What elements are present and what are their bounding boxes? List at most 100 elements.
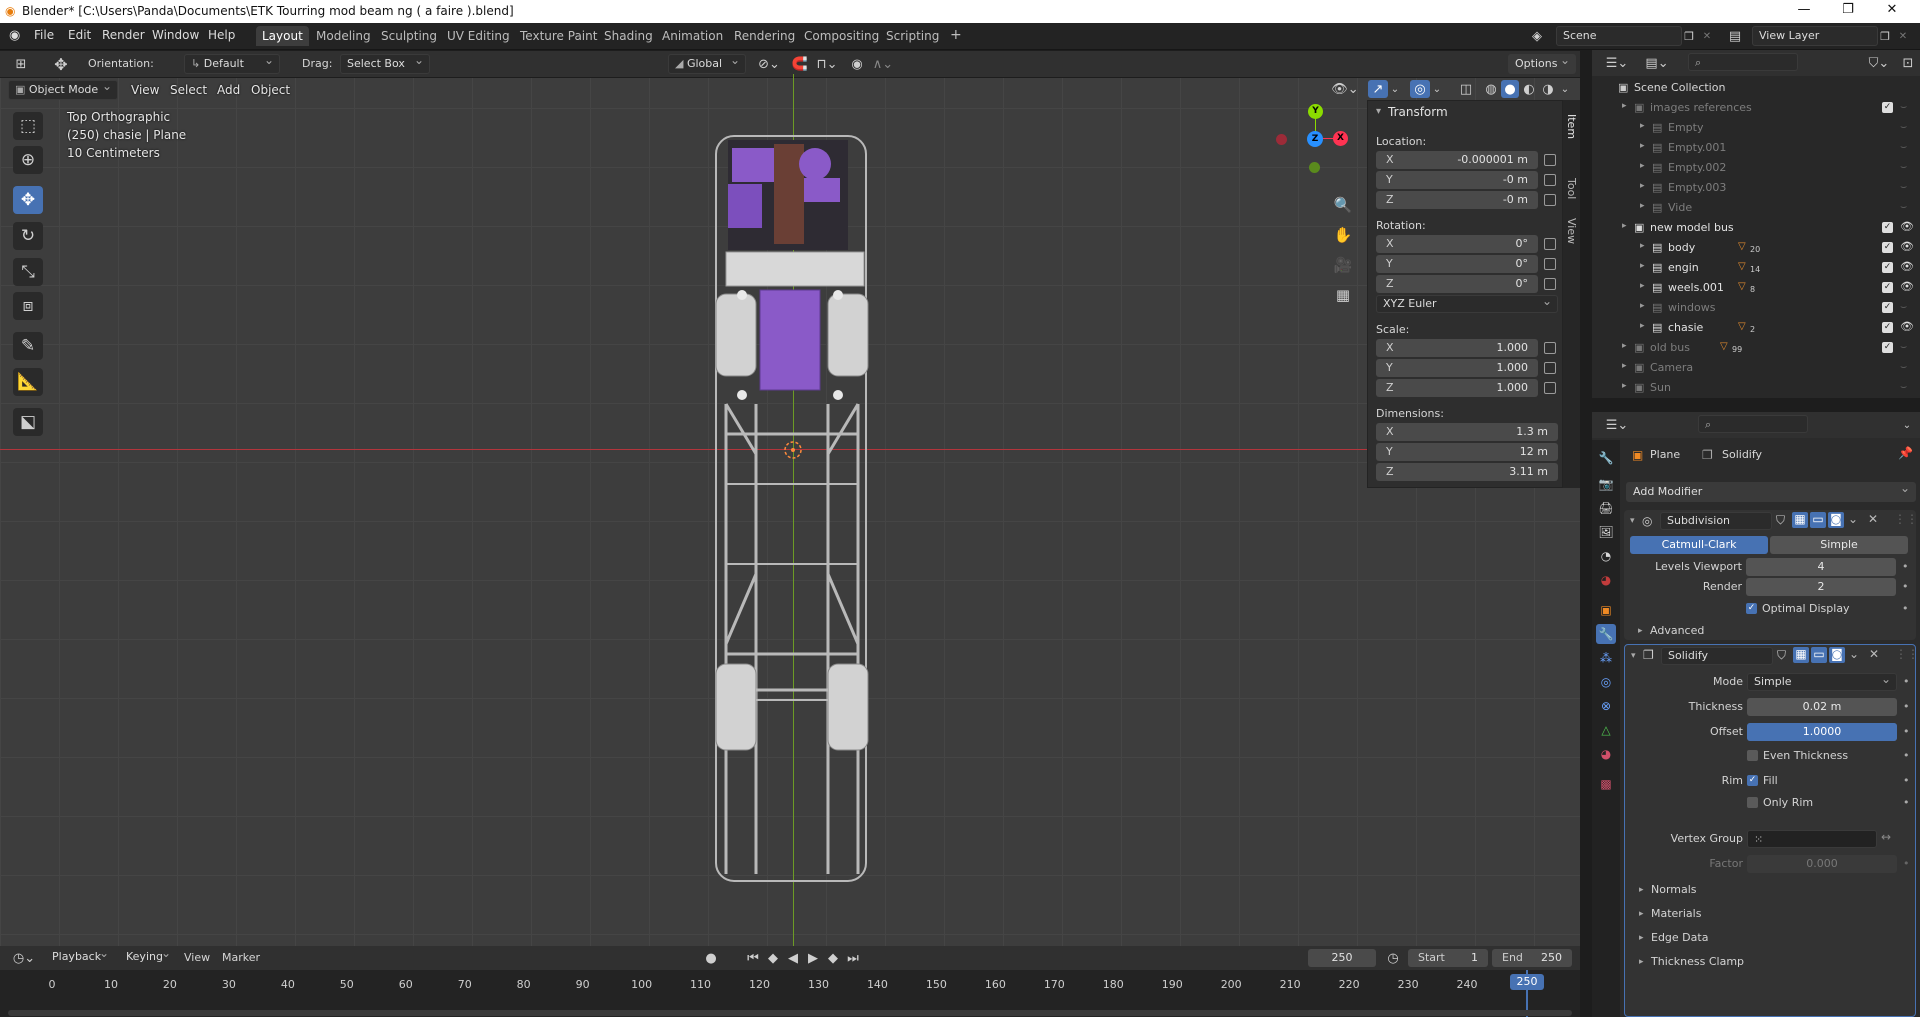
animate-factor-icon[interactable]: • (1903, 857, 1910, 870)
remove-subdivision-icon[interactable]: ✕ (1868, 512, 1878, 526)
outliner-row[interactable]: ▸ ▣ Camera ⌣ (1592, 358, 1920, 378)
properties-search-input[interactable]: ⌕ (1698, 415, 1808, 433)
output-tab[interactable]: 🖨 (1596, 498, 1616, 518)
panel-collapse-icon[interactable]: ▾ (1376, 106, 1381, 117)
overlays-toggle-icon[interactable]: ◎ (1410, 80, 1430, 98)
options-dropdown[interactable]: Options (1508, 54, 1576, 74)
lock-location-y-icon[interactable] (1544, 174, 1556, 186)
menu-file[interactable]: File (34, 28, 54, 42)
navigation-gizmo[interactable]: Y Z X (1276, 94, 1366, 184)
view-layer-icon[interactable]: ▤ (1722, 27, 1748, 45)
add-menu[interactable]: Add (217, 83, 240, 97)
advanced-expand-icon[interactable]: ▸ (1638, 626, 1643, 636)
scale-tool[interactable]: ⤡ (13, 258, 43, 286)
solidify-menu-icon[interactable]: ⌄ (1849, 647, 1859, 661)
outliner-row[interactable]: ▸ ▣ old bus ▽ 99 ✓ ⌣ (1592, 338, 1920, 358)
expand-icon[interactable]: ▸ (1640, 301, 1645, 311)
solidify-render-icon[interactable]: ◙ (1829, 647, 1845, 663)
outliner-row[interactable]: ▸ ▣ new model bus ✓ 👁 (1592, 218, 1920, 238)
lock-rotation-x-icon[interactable] (1544, 238, 1556, 250)
visibility-eye-icon[interactable]: 👁 (1900, 220, 1914, 233)
viewport-toggle-icon[interactable]: ▭ (1810, 512, 1826, 528)
outliner-row[interactable]: ▸ ▤ body ▽ 20 ✓ 👁 (1592, 238, 1920, 258)
normals-section[interactable]: Normals (1651, 883, 1697, 896)
invert-vertex-group-icon[interactable]: ↔ (1881, 830, 1891, 844)
gizmo-y-axis[interactable]: Y (1308, 104, 1323, 119)
solidify-name-field[interactable]: Solidify (1661, 647, 1773, 665)
subdivision-name-field[interactable]: Subdivision (1660, 512, 1772, 530)
menu-edit[interactable]: Edit (68, 28, 91, 42)
animate-optimal-icon[interactable]: • (1902, 602, 1909, 615)
visibility-eye-icon[interactable]: 👁 (1900, 320, 1914, 333)
rotation-z-field[interactable]: Z 0° (1376, 275, 1538, 293)
exclude-checkbox[interactable]: ✓ (1882, 302, 1893, 313)
normals-expand-icon[interactable]: ▸ (1639, 885, 1644, 895)
minimize-button[interactable]: — (1786, 2, 1822, 17)
close-window-button[interactable]: ✕ (1874, 2, 1910, 17)
location-x-field[interactable]: X -0.000001 m (1376, 151, 1538, 169)
location-y-field[interactable]: Y -0 m (1376, 171, 1538, 189)
outliner-row[interactable]: ▸ ▤ Empty ⌣ (1592, 118, 1920, 138)
advanced-section[interactable]: Advanced (1650, 624, 1704, 637)
gizmo-x-axis[interactable]: X (1333, 131, 1348, 146)
exclude-checkbox[interactable]: ✓ (1882, 102, 1893, 113)
expand-icon[interactable]: ▸ (1622, 361, 1627, 371)
optimal-display-checkbox[interactable]: ✓ (1746, 603, 1757, 614)
view-layer-selector[interactable]: View Layer (1752, 26, 1878, 46)
modifier-menu-icon[interactable]: ⌄ (1848, 512, 1858, 526)
zoom-icon[interactable]: 🔍 (1332, 194, 1354, 216)
subdivision-collapse-icon[interactable]: ▾ (1630, 516, 1635, 526)
expand-icon[interactable]: ▸ (1640, 141, 1645, 151)
solidify-cage-icon[interactable]: ▦ (1793, 647, 1809, 663)
pan-hand-icon[interactable]: ✋ (1332, 224, 1354, 246)
transform-header[interactable]: Transform (1388, 105, 1448, 119)
falloff-icon[interactable]: ∧⌄ (868, 55, 898, 73)
render-tab[interactable]: 📷 (1596, 474, 1616, 494)
render-levels-field[interactable]: 2 (1746, 578, 1896, 596)
object-mode-dropdown[interactable]: ▣ Object Mode (8, 80, 118, 100)
add-modifier-dropdown[interactable]: Add Modifier (1626, 482, 1916, 502)
scene-icon[interactable]: ◈ (1524, 27, 1550, 45)
physics-tab[interactable]: ◎ (1596, 672, 1616, 692)
snap-target-icon[interactable]: ⊓⌄ (810, 55, 844, 73)
tab-compositing[interactable]: Compositing (798, 26, 885, 46)
cage-toggle-icon[interactable]: ▦ (1792, 512, 1808, 528)
object-tab[interactable]: ▣ (1596, 600, 1616, 620)
playhead-frame[interactable]: 250 (1510, 974, 1544, 990)
proportional-edit-icon[interactable]: ◉ (848, 55, 866, 73)
remove-solidify-icon[interactable]: ✕ (1869, 647, 1879, 661)
visibility-eye-icon[interactable]: ⌣ (1900, 340, 1907, 354)
add-workspace-button[interactable]: + (944, 24, 968, 44)
material-tab[interactable]: ◕ (1596, 744, 1616, 764)
dimensions-z-field[interactable]: Z 3.11 m (1376, 463, 1558, 481)
texture-tab[interactable]: ▩ (1596, 774, 1616, 794)
expand-icon[interactable]: ▸ (1622, 101, 1627, 111)
particles-tab[interactable]: ⁂ (1596, 648, 1616, 668)
wireframe-shading-icon[interactable]: ◍ (1482, 80, 1500, 98)
delete-view-layer-icon[interactable]: ✕ (1894, 27, 1912, 45)
gizmo-toggle-icon[interactable]: ↗ (1368, 80, 1388, 98)
tab-modeling[interactable]: Modeling (310, 26, 377, 46)
expand-icon[interactable]: ▸ (1640, 181, 1645, 191)
editor-type-icon[interactable]: ⊞ (10, 55, 32, 73)
animate-even-icon[interactable]: • (1903, 749, 1910, 762)
lock-rotation-z-icon[interactable] (1544, 278, 1556, 290)
exclude-checkbox[interactable]: ✓ (1882, 342, 1893, 353)
outliner-row[interactable]: ▸ ▤ windows ✓ ⌣ (1592, 298, 1920, 318)
3d-viewport[interactable]: ▣ Object Mode View Select Add Object 👁⌄ … (0, 74, 1580, 946)
drag-dropdown[interactable]: Select Box (340, 54, 430, 74)
even-thickness-checkbox[interactable] (1747, 750, 1758, 761)
properties-editor-icon[interactable]: ☰⌄ (1602, 416, 1632, 434)
select-menu[interactable]: Select (170, 83, 207, 97)
outliner-row[interactable]: ▸ ▤ Empty.001 ⌣ (1592, 138, 1920, 158)
vertex-group-field[interactable]: ⁙ (1747, 830, 1877, 848)
tab-scripting[interactable]: Scripting (880, 26, 945, 46)
gizmo-neg-y[interactable] (1309, 162, 1320, 173)
visibility-eye-icon[interactable]: ⌣ (1900, 120, 1907, 134)
animate-fill-icon[interactable]: • (1903, 774, 1910, 787)
tab-shading[interactable]: Shading (598, 26, 659, 46)
gizmo-dropdown-icon[interactable]: ⌄ (1388, 80, 1402, 98)
solidify-collapse-icon[interactable]: ▾ (1631, 651, 1636, 661)
tab-texture-paint[interactable]: Texture Paint (514, 26, 603, 46)
measure-tool[interactable]: 📐 (13, 368, 43, 396)
